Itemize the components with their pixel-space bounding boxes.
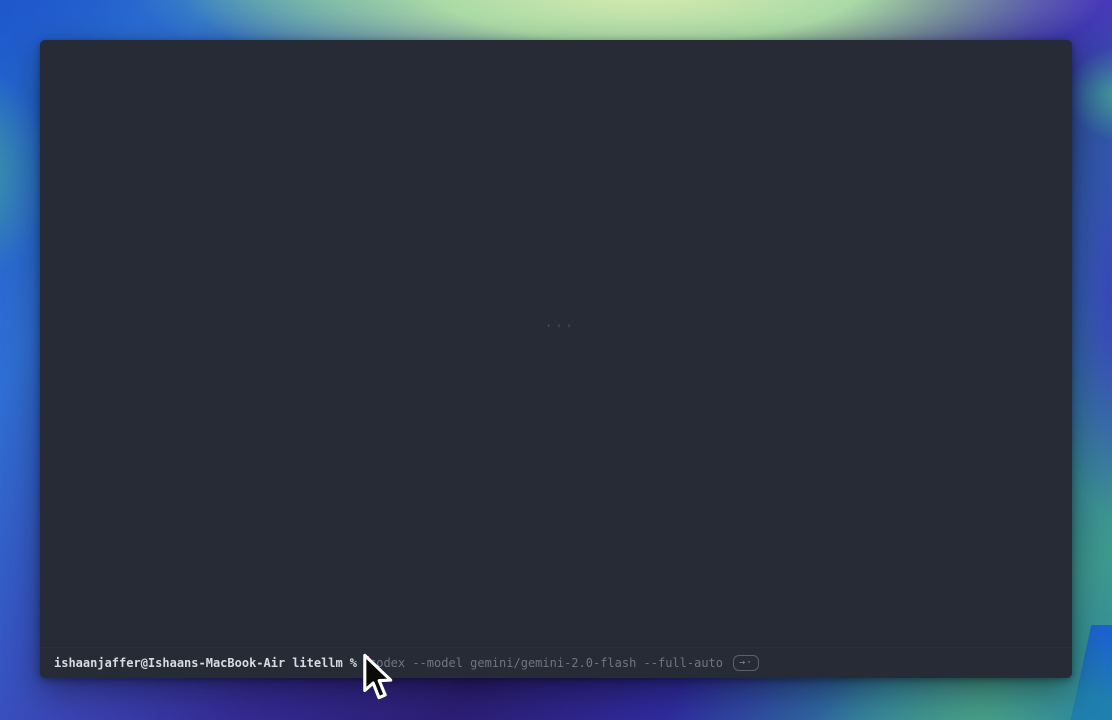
terminal-faint-ellipsis: ··· bbox=[545, 319, 576, 333]
desktop: ··· ishaanjaffer@Ishaans-MacBook-Air lit… bbox=[0, 0, 1112, 720]
terminal-prompt-line[interactable]: ishaanjaffer@Ishaans-MacBook-Air litellm… bbox=[40, 647, 1072, 678]
prompt-user-host: ishaanjaffer@Ishaans-MacBook-Air bbox=[54, 656, 285, 670]
autosuggestion-accept-hint-badge: →· bbox=[733, 655, 759, 671]
prompt-directory: litellm bbox=[292, 656, 343, 670]
prompt-symbol: % bbox=[350, 656, 357, 670]
command-input-region[interactable]: codex --model gemini/gemini-2.0-flash --… bbox=[364, 656, 723, 671]
terminal-window[interactable]: ··· ishaanjaffer@Ishaans-MacBook-Air lit… bbox=[40, 40, 1072, 678]
command-autosuggestion: codex --model gemini/gemini-2.0-flash --… bbox=[369, 656, 723, 670]
